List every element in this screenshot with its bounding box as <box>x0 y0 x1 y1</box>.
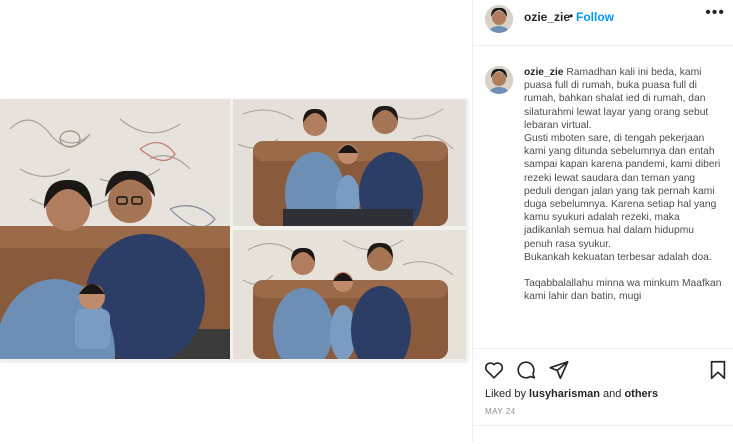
family-photo-bottom-right <box>233 230 466 359</box>
likes-summary: Liked by lusyharisman and others <box>485 388 658 400</box>
family-photo-large <box>0 99 230 359</box>
caption-username[interactable]: ozie_zie <box>524 67 564 78</box>
separator-dot: • <box>569 9 574 23</box>
post-sidebar: ozie_zie • Follow ••• ozie_zie Ramadhan … <box>473 0 733 442</box>
caption-paragraph-3: Bukankah kekuatan terbesar adalah doa. <box>524 251 712 263</box>
liked-by-prefix: Liked by <box>485 388 526 400</box>
liked-by-user[interactable]: lusyharisman <box>529 388 600 400</box>
more-options-icon[interactable]: ••• <box>705 4 725 22</box>
comments-section[interactable]: ozie_zie Ramadhan kali ini beda, kami pu… <box>473 46 733 344</box>
post-author-username[interactable]: ozie_zie <box>524 10 570 24</box>
post-media[interactable] <box>0 0 473 442</box>
caption-closing: Taqabbalallahu minna wa minkum Maafkan k… <box>524 278 722 303</box>
liked-by-others[interactable]: others <box>624 388 658 400</box>
post-actions: Liked by lusyharisman and others MAY 24 <box>473 348 733 443</box>
photo-collage <box>0 99 468 361</box>
family-photo-top-right <box>233 99 466 226</box>
comment-bar[interactable] <box>473 425 733 444</box>
comment-icon[interactable] <box>515 359 537 381</box>
post-date[interactable]: MAY 24 <box>485 407 516 416</box>
share-icon[interactable] <box>548 359 570 381</box>
post-caption: ozie_zie Ramadhan kali ini beda, kami pu… <box>524 66 724 303</box>
avatar[interactable] <box>485 5 513 33</box>
heart-icon[interactable] <box>483 359 505 381</box>
caption-paragraph-2: Gusti mboten sare, di tengah pekerjaan k… <box>524 133 721 250</box>
caption-avatar[interactable] <box>485 66 513 94</box>
liked-by-and: and <box>603 388 622 400</box>
bookmark-icon[interactable] <box>707 359 729 381</box>
follow-button[interactable]: Follow <box>576 10 614 24</box>
post-header: ozie_zie • Follow ••• <box>473 0 733 46</box>
